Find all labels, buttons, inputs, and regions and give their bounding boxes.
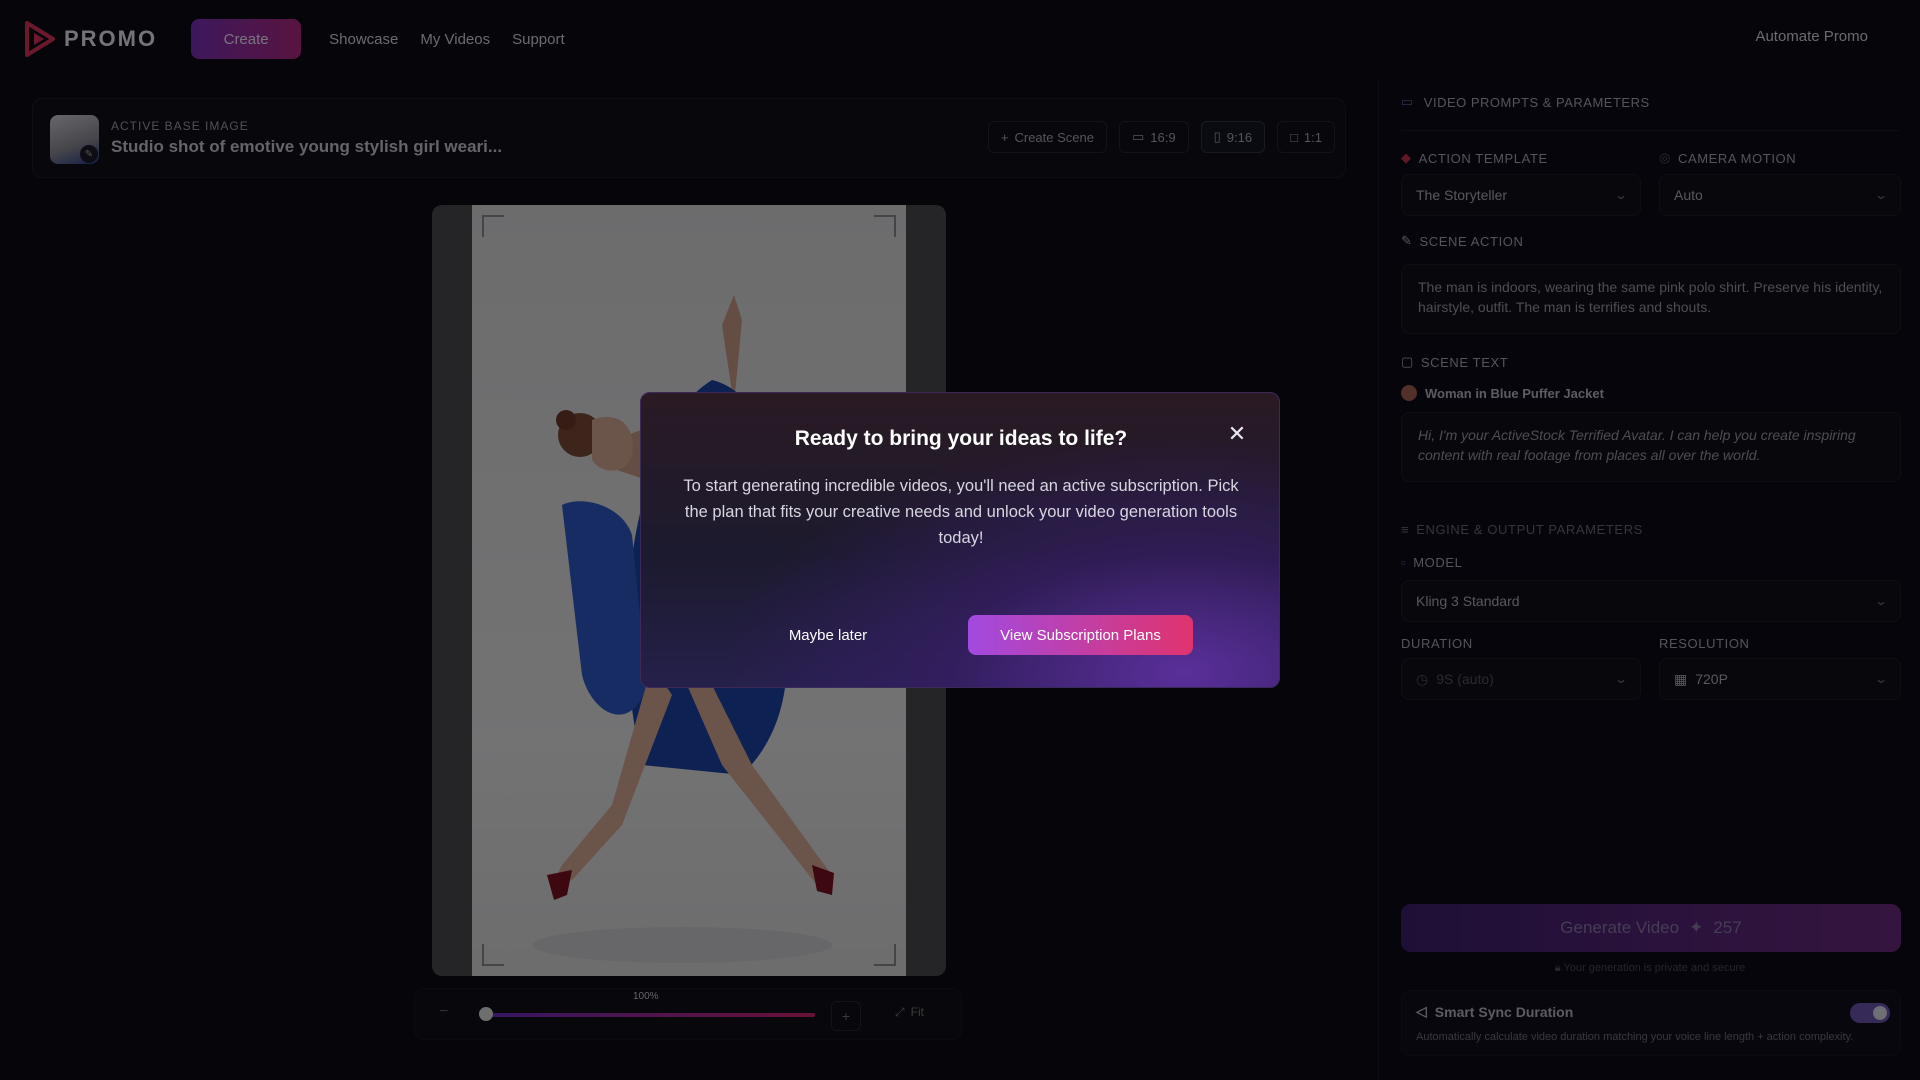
modal-body: To start generating incredible videos, y… [683, 477, 1239, 547]
view-subscription-plans-button[interactable]: View Subscription Plans [968, 615, 1193, 655]
subscription-modal: Ready to bring your ideas to life? ✕ To … [640, 392, 1280, 688]
modal-title: Ready to bring your ideas to life? [794, 427, 1128, 450]
maybe-later-button[interactable]: Maybe later [773, 615, 883, 655]
close-icon[interactable]: ✕ [1226, 423, 1248, 445]
